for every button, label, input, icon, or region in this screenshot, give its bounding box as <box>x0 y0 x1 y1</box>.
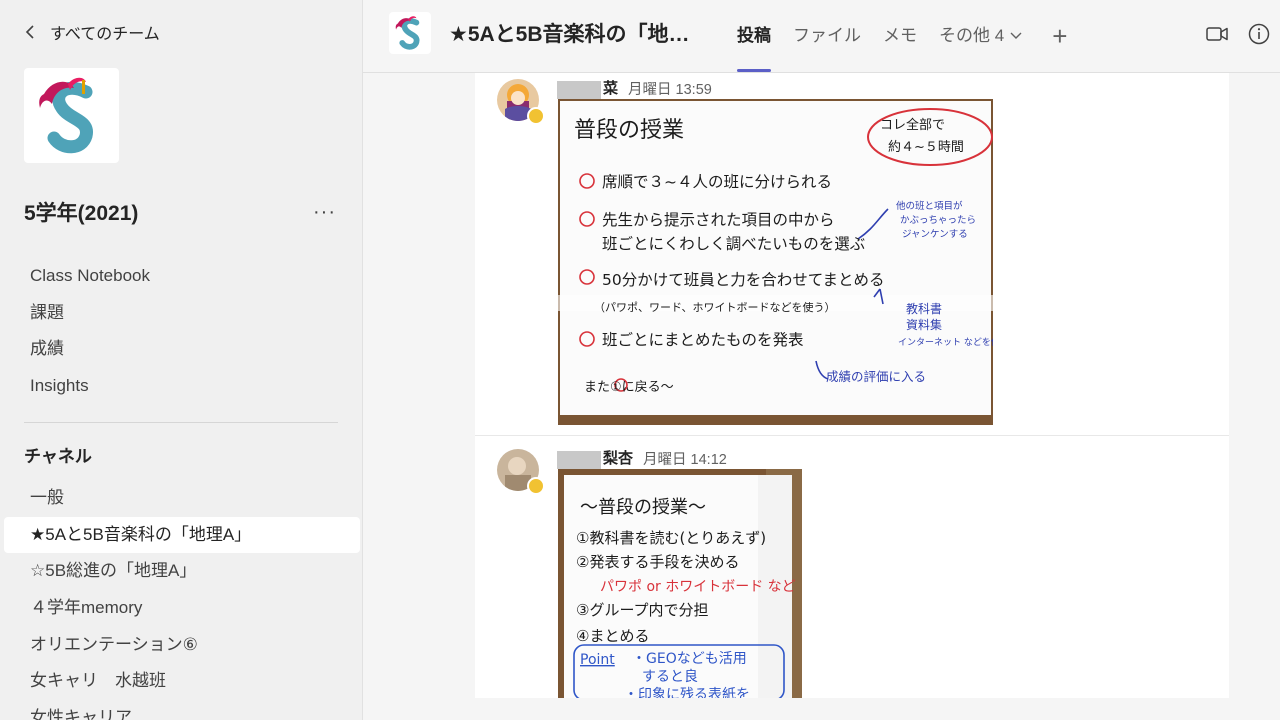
main-content: 菜 月曜日 13:59 普段の授業 コレ全部で 約４~５時間 席順で３~４人の班… <box>363 73 1280 720</box>
tab-files[interactable]: ファイル <box>793 0 861 72</box>
post-timestamp: 月曜日 14:12 <box>643 451 727 468</box>
author-name-visible: 梨杏 <box>603 450 634 468</box>
wb1-side-note: インターネット などを使う <box>898 336 993 348</box>
video-camera-icon[interactable] <box>1205 22 1229 46</box>
team-logo[interactable] <box>24 68 119 163</box>
wb1-item: 先生から提示された項目の中から <box>602 211 835 229</box>
wb1-item: （パワポ、ワード、ホワイトボードなどを使う） <box>594 301 836 314</box>
wb2-title: ～普段の授業～ <box>580 497 706 518</box>
chevron-down-icon <box>1010 32 1022 39</box>
team-logo-s-icon <box>39 77 93 154</box>
nav-item-class-notebook[interactable]: Class Notebook <box>0 258 362 295</box>
wb2-item: ①教科書を読む(とりあえず) <box>576 529 766 547</box>
nav-item-insights[interactable]: Insights <box>0 368 362 405</box>
wb1-side-note: かぶっちゃったら <box>900 215 976 226</box>
tab-posts[interactable]: 投稿 <box>737 0 771 72</box>
status-away-icon <box>527 107 545 125</box>
channel-item[interactable]: 女キャリ 水越班 <box>4 663 360 700</box>
redacted-name-block <box>557 80 601 99</box>
wb1-item: 席順で３~４人の班に分けられる <box>602 173 832 191</box>
author-name[interactable]: 菜 <box>557 77 619 99</box>
channel-item[interactable]: オリエンテーション⑥ <box>4 627 360 664</box>
channel-tabs: 投稿 ファイル メモ その他 4 + <box>737 0 1067 72</box>
wb2-item: ③グループ内で分担 <box>576 601 709 619</box>
compose-area-edge <box>403 698 1280 720</box>
author-name-visible: 菜 <box>603 80 619 98</box>
wb1-note-line1: コレ全部で <box>880 117 945 133</box>
wb1-item: 班ごとにまとめたものを発表 <box>602 331 804 349</box>
redacted-name-block <box>557 450 601 469</box>
channel-item[interactable]: ４学年memory <box>4 590 360 627</box>
wb2-item: ④まとめる <box>576 627 649 645</box>
wb1-item: 班ごとにくわしく調べたいものを選ぶ <box>602 235 865 253</box>
sidebar-divider <box>24 422 338 423</box>
channel-header: ★5Aと5B音楽科の「地… 投稿 ファイル メモ その他 4 + <box>363 0 1280 73</box>
wb1-side-note: 資料集 <box>906 317 942 332</box>
tab-more-label: その他 4 <box>939 26 1005 45</box>
post-header: 梨杏 月曜日 14:12 <box>557 447 727 469</box>
channel-list: 一般 ★5Aと5B音楽科の「地理A」 ☆5B総進の「地理A」 ４学年memory… <box>4 480 360 720</box>
add-tab-button[interactable]: + <box>1052 1 1067 71</box>
chevron-left-icon <box>25 25 34 39</box>
channels-header: チャネル <box>24 447 92 466</box>
tab-notes-label: メモ <box>883 26 917 45</box>
tab-posts-label: 投稿 <box>737 26 771 45</box>
team-nav-list: Class Notebook 課題 成績 Insights <box>0 258 362 405</box>
left-sidebar: すべてのチーム 5学年(2021) ··· Class Notebook 課題 … <box>0 0 363 720</box>
team-logo-s-icon <box>395 16 420 50</box>
wb1-side-note: 他の班と項目が <box>896 200 963 212</box>
channel-item-active[interactable]: ★5Aと5B音楽科の「地理A」 <box>4 516 360 554</box>
wb1-side-note: 教科書 <box>906 301 942 316</box>
channel-item[interactable]: ☆5B総進の「地理A」 <box>4 553 360 590</box>
nav-item-grades[interactable]: 成績 <box>0 331 362 368</box>
wb2-item: パワポ or ホワイトボード など <box>600 579 796 595</box>
wb2-point-text: すると良 <box>642 669 698 685</box>
whiteboard-photo: ～普段の授業～ ①教科書を読む(とりあえず) ②発表する手段を決める パワポ o… <box>558 469 802 700</box>
info-icon[interactable] <box>1247 22 1271 46</box>
wb1-item: 50分かけて班員と力を合わせてまとめる <box>602 271 884 289</box>
channel-item[interactable]: 女性キャリア <box>4 700 360 720</box>
whiteboard-photo: 普段の授業 コレ全部で 約４~５時間 席順で３~４人の班に分けられる 先生から提… <box>558 99 993 425</box>
wb2-item: ②発表する手段を決める <box>576 553 739 571</box>
back-label: すべてのチーム <box>50 26 160 43</box>
post-timestamp: 月曜日 13:59 <box>628 81 712 98</box>
wb1-side-note: 成績の評価に入る <box>826 369 926 384</box>
channel-team-logo <box>389 12 431 54</box>
tab-more[interactable]: その他 4 <box>939 0 1022 72</box>
wb1-footer: また①に戻る～ <box>584 380 674 395</box>
tab-notes[interactable]: メモ <box>883 0 917 72</box>
back-to-all-teams[interactable]: すべてのチーム <box>24 20 160 44</box>
whiteboard-image[interactable]: 普段の授業 コレ全部で 約４~５時間 席順で３~４人の班に分けられる 先生から提… <box>558 99 993 425</box>
whiteboard-image[interactable]: ～普段の授業～ ①教科書を読む(とりあえず) ②発表する手段を決める パワポ o… <box>558 469 802 700</box>
channel-item-general[interactable]: 一般 <box>4 480 360 517</box>
post-header: 菜 月曜日 13:59 <box>557 77 712 99</box>
wb1-title: 普段の授業 <box>574 118 684 143</box>
team-name-row: 5学年(2021) ··· <box>24 196 342 228</box>
post-divider <box>475 435 1229 436</box>
status-away-icon <box>527 477 545 495</box>
wb1-side-note: ジャンケンする <box>902 229 968 240</box>
channel-title: ★5Aと5B音楽科の「地… <box>449 23 690 46</box>
team-more-options-button[interactable]: ··· <box>307 201 342 224</box>
author-name[interactable]: 梨杏 <box>557 447 634 469</box>
wb2-point-label: Point <box>580 652 615 668</box>
wb1-note-line2: 約４~５時間 <box>888 140 964 155</box>
nav-item-assignments[interactable]: 課題 <box>0 295 362 332</box>
wb2-point-text: ・GEOなども活用 <box>632 651 747 667</box>
tab-files-label: ファイル <box>793 26 861 45</box>
team-name: 5学年(2021) <box>24 202 139 225</box>
posts-feed[interactable]: 菜 月曜日 13:59 普段の授業 コレ全部で 約４~５時間 席順で３~４人の班… <box>475 73 1229 700</box>
